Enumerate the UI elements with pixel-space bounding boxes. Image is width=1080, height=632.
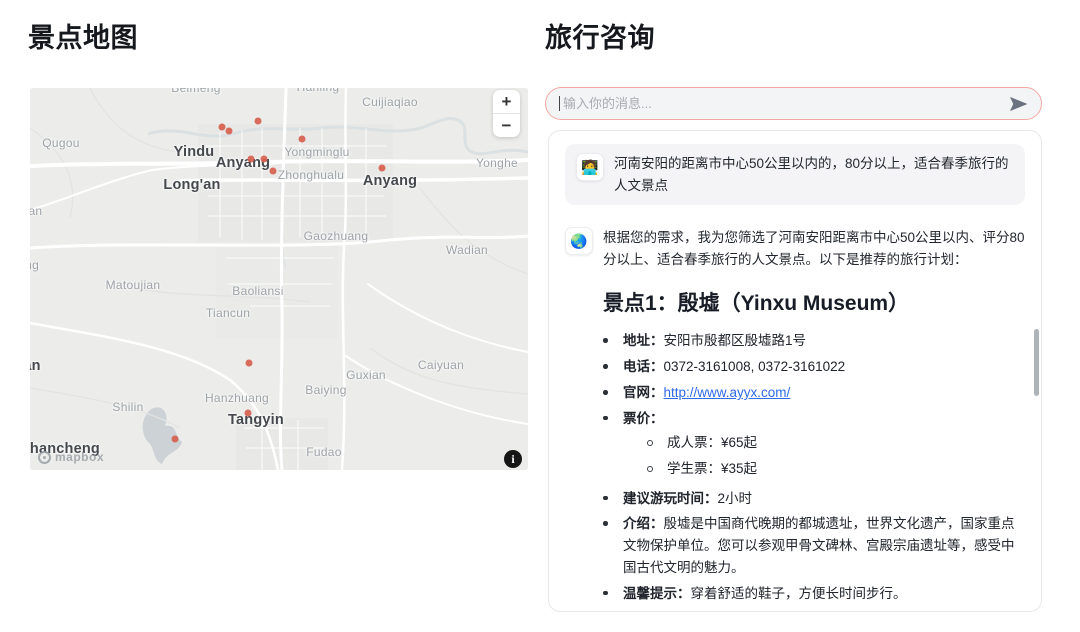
scrollbar-thumb[interactable]	[1034, 329, 1039, 396]
detail-website: 官网：http://www.ayyx.com/	[603, 382, 1025, 404]
bullet-icon	[603, 356, 623, 378]
bullet-icon	[603, 330, 623, 352]
attraction-heading: 景点1：殷墟（Yinxu Museum）	[603, 287, 1025, 317]
assistant-message: 🌏 根据您的需求，我为您筛选了河南安阳距离市中心50公里以内、评分80分以上、适…	[565, 227, 1025, 612]
chat-input-container	[545, 87, 1042, 120]
attraction-marker[interactable]	[379, 165, 386, 172]
ticket-price-sublist: 成人票：¥65起 学生票：¥35起	[623, 432, 1025, 480]
user-avatar: 🧑‍💻	[576, 153, 604, 181]
detail-phone: 电话：0372-3161008, 0372-3161022	[603, 356, 1025, 378]
text-cursor	[559, 96, 560, 111]
detail-student-ticket: 学生票：¥35起	[647, 458, 1025, 480]
attraction-details-list: 地址：安阳市殷都区殷墟路1号 电话：0372-3161008, 0372-316…	[603, 330, 1025, 604]
mapbox-logo-text: mapbox	[55, 450, 104, 464]
attraction-marker[interactable]	[255, 118, 262, 125]
attraction-marker[interactable]	[261, 156, 268, 163]
zoom-out-button[interactable]: −	[493, 114, 520, 137]
user-message-text: 河南安阳的距离市中心50公里以内的，80分以上，适合春季旅行的人文景点	[614, 153, 1014, 196]
bullet-icon	[603, 382, 623, 404]
paper-plane-icon	[1009, 96, 1028, 112]
detail-introduction: 介绍：殷墟是中国商代晚期的都城遗址，世界文化遗产，国家重点文物保护单位。您可以参…	[603, 513, 1025, 579]
circle-bullet-icon	[647, 432, 667, 454]
globe-emoji-icon: 🌏	[570, 234, 587, 248]
info-icon: i	[511, 452, 514, 467]
assistant-avatar: 🌏	[565, 227, 593, 255]
bullet-icon	[603, 488, 623, 510]
bullet-icon	[603, 513, 623, 579]
attraction-marker[interactable]	[245, 410, 252, 417]
circle-bullet-icon	[647, 458, 667, 480]
attraction-marker[interactable]	[270, 168, 277, 175]
send-button[interactable]	[1009, 96, 1028, 112]
detail-address: 地址：安阳市殷都区殷墟路1号	[603, 330, 1025, 352]
attraction-marker[interactable]	[219, 124, 226, 131]
map-panel-title: 景点地图	[28, 16, 138, 55]
mapbox-logo[interactable]: mapbox	[38, 450, 104, 464]
assistant-intro-text: 根据您的需求，我为您筛选了河南安阳距离市中心50公里以内、评分80分以上、适合春…	[603, 227, 1025, 270]
mapbox-logo-icon	[38, 451, 51, 464]
map-zoom-control: + −	[493, 90, 520, 137]
detail-tips: 温馨提示：穿着舒适的鞋子，方便长时间步行。	[603, 583, 1025, 605]
attractions-map[interactable]: BeimengHanlingCuijiaqiaoQugouYinduAnyang…	[30, 88, 528, 470]
attraction-marker[interactable]	[248, 156, 255, 163]
user-message: 🧑‍💻 河南安阳的距离市中心50公里以内的，80分以上，适合春季旅行的人文景点	[565, 144, 1025, 205]
attraction-marker[interactable]	[246, 360, 253, 367]
detail-adult-ticket: 成人票：¥65起	[647, 432, 1025, 454]
chat-panel-title: 旅行咨询	[545, 16, 655, 55]
detail-visit-duration: 建议游玩时间：2小时	[603, 488, 1025, 510]
message-input[interactable]	[561, 95, 1009, 112]
attraction-marker[interactable]	[226, 128, 233, 135]
map-basemap-art	[30, 88, 528, 470]
chat-history-card: 🧑‍💻 河南安阳的距离市中心50公里以内的，80分以上，适合春季旅行的人文景点 …	[548, 130, 1042, 612]
attraction-marker[interactable]	[172, 436, 179, 443]
bullet-icon	[603, 408, 623, 484]
bullet-icon	[603, 583, 623, 605]
attraction-marker[interactable]	[299, 136, 306, 143]
user-emoji-icon: 🧑‍💻	[581, 160, 598, 174]
zoom-in-button[interactable]: +	[493, 90, 520, 113]
map-attribution-info-button[interactable]: i	[504, 450, 522, 468]
official-website-link[interactable]: http://www.ayyx.com/	[664, 385, 791, 400]
detail-ticket-price: 票价： 成人票：¥65起 学生票：¥35起	[603, 408, 1025, 484]
